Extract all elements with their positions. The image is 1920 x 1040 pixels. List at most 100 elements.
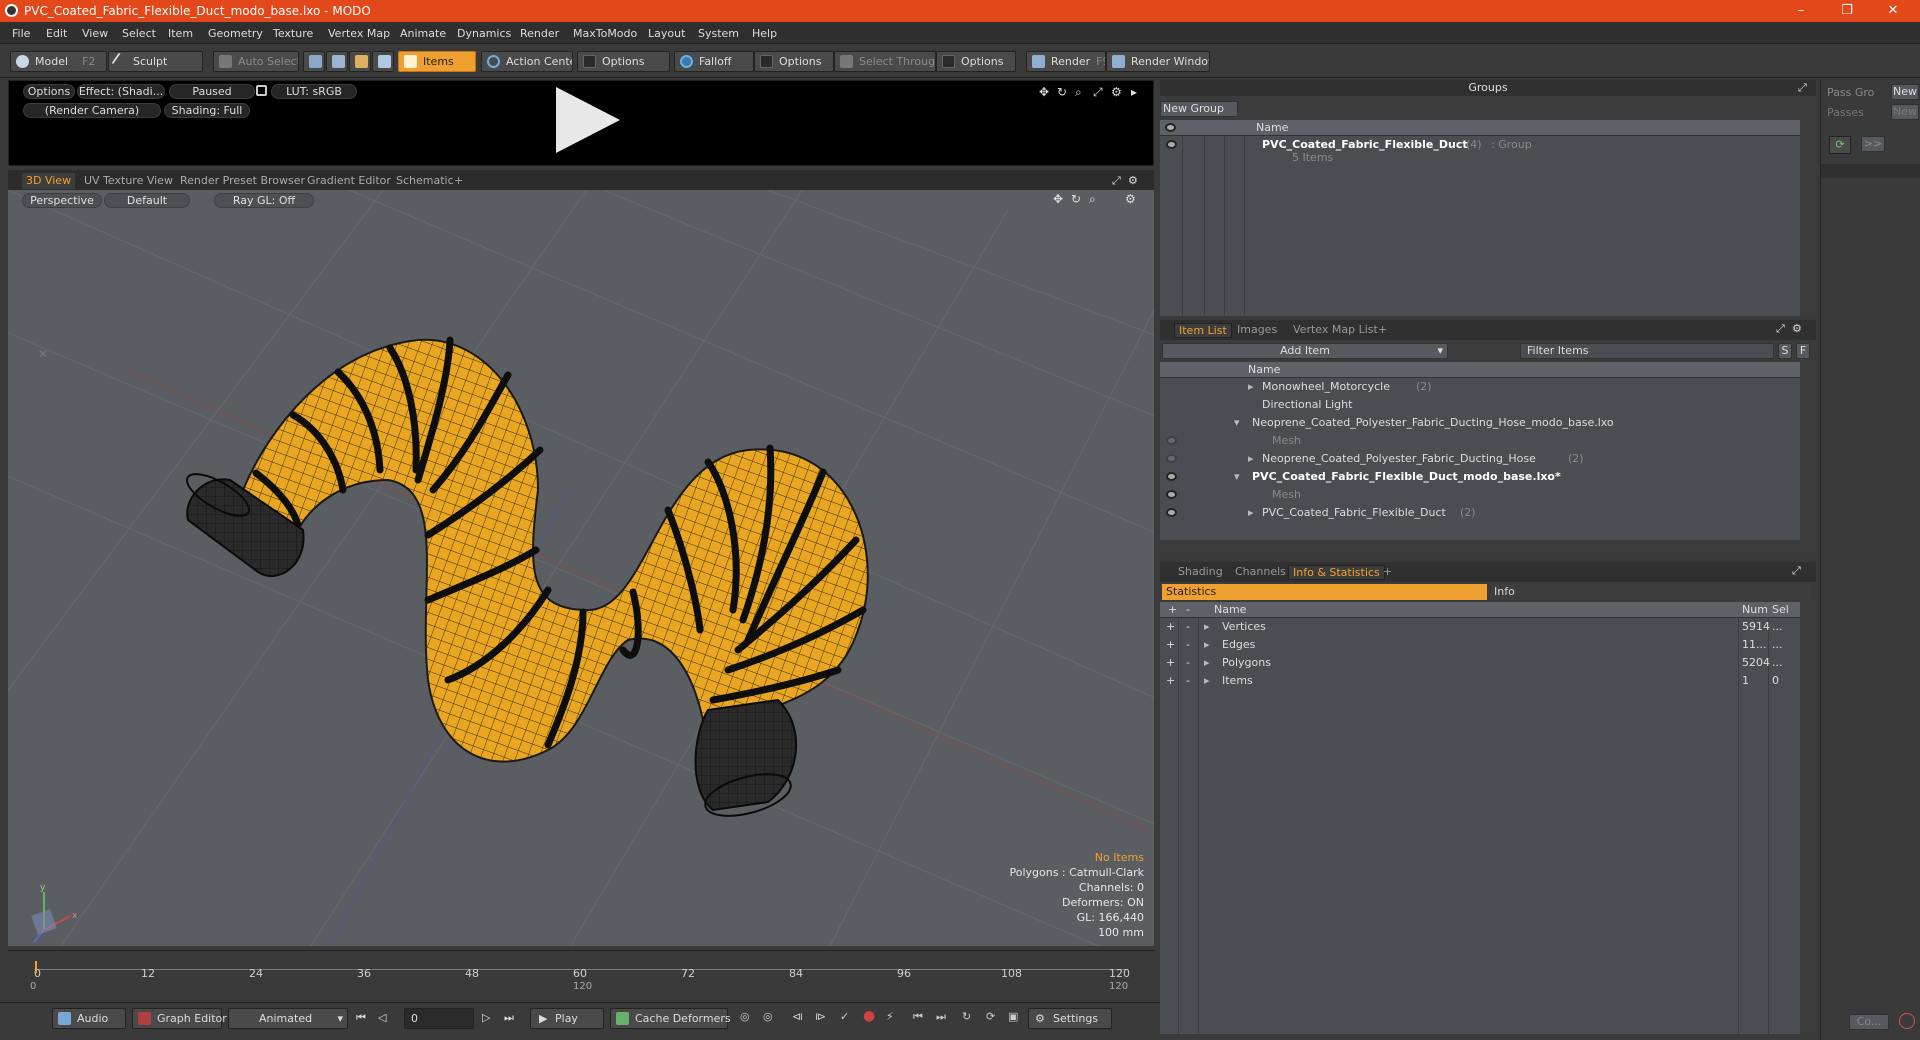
render-window-button[interactable]: Render Window [1106, 51, 1210, 72]
eye-icon[interactable] [1166, 508, 1177, 517]
default-shading-dropdown[interactable]: Default [104, 193, 190, 208]
collapse-all-button[interactable]: - [1186, 602, 1190, 617]
tree-item-neoprene-hose[interactable]: ▸ Neoprene_Coated_Polyester_Fabric_Ducti… [1160, 450, 1800, 468]
menu-help[interactable]: Help [752, 27, 777, 40]
record-status-icon[interactable] [1899, 1013, 1915, 1029]
shading-dropdown[interactable]: Shading: Full [164, 103, 250, 118]
expand-arrow-icon[interactable]: ▸ [1131, 85, 1137, 99]
tree-item-pvc-duct[interactable]: ▸ PVC_Coated_Fabric_Flexible_Duct (2) [1160, 504, 1800, 522]
tab-shading[interactable]: Shading [1174, 565, 1227, 580]
menu-vertex-map[interactable]: Vertex Map [328, 27, 390, 40]
sync-icon[interactable]: ⟳ [986, 1010, 995, 1023]
expand-arrow-icon[interactable]: ▸ [1248, 504, 1254, 522]
polygon-mode-button[interactable] [349, 51, 371, 72]
minus-icon[interactable]: - [1186, 636, 1190, 654]
tab-info-statistics[interactable]: Info & Statistics [1288, 565, 1385, 580]
filter-items-input[interactable]: Filter Items [1520, 343, 1774, 359]
sculpt-mode-button[interactable]: Sculpt [108, 51, 203, 72]
tab-channels[interactable]: Channels [1231, 565, 1290, 580]
new-pass-button[interactable]: New [1891, 104, 1919, 120]
eye-icon[interactable] [1166, 490, 1177, 499]
expand-arrow-icon[interactable]: ▸ [1204, 654, 1210, 672]
loop-icon[interactable]: ↻ [962, 1010, 971, 1023]
zoom-icon[interactable]: ⌕ [1075, 85, 1082, 100]
plus-icon[interactable]: + [1166, 636, 1175, 654]
stats-row-items[interactable]: + - ▸ Items 1 0 [1160, 672, 1800, 690]
record-icon[interactable]: ● [863, 1008, 875, 1024]
vertex-mode-button[interactable] [303, 51, 325, 72]
new-group-button[interactable]: New Group [1160, 101, 1238, 117]
gear-icon[interactable]: ⚙ [1124, 173, 1142, 189]
audio-button[interactable]: Audio [52, 1008, 126, 1029]
next-key-icon[interactable]: ⧐ [815, 1010, 826, 1023]
menu-file[interactable]: File [12, 27, 30, 40]
tab-3d-view[interactable]: 3D View [22, 173, 76, 189]
go-end-icon[interactable]: ⏭ [504, 1011, 514, 1025]
go-start-icon[interactable]: ⏮ [356, 1011, 366, 1025]
zoom-icon[interactable]: ⌕ [1089, 192, 1096, 207]
expand-arrow-icon[interactable]: ▸ [1248, 450, 1254, 468]
expand-all-button[interactable]: + [1168, 602, 1177, 617]
falloff-options-button[interactable]: Options [754, 51, 834, 72]
preview-options-button[interactable]: Options [23, 84, 75, 99]
tab-images[interactable]: Images [1233, 323, 1281, 338]
add-item-button[interactable]: Add Item ▾ [1162, 343, 1448, 359]
select-through-button[interactable]: Select Through [834, 51, 936, 72]
menu-geometry[interactable]: Geometry [208, 27, 263, 40]
camera-dropdown[interactable]: (Render Camera) [23, 103, 161, 118]
move-icon[interactable]: ✥ [1053, 192, 1063, 206]
group-row[interactable]: PVC_Coated_Fabric_Flexible_Duct (4) : Gr… [1160, 136, 1800, 166]
perspective-dropdown[interactable]: Perspective [22, 193, 102, 208]
timeline[interactable]: 0 12 24 36 48 60 72 84 96 108 120 0 120 … [8, 950, 1154, 994]
prev-key-icon[interactable]: ⧏ [792, 1010, 803, 1023]
minus-icon[interactable]: - [1186, 672, 1190, 690]
cache-deformers-button[interactable]: Cache Deformers [610, 1008, 731, 1029]
expand-passes-button[interactable]: >> [1861, 136, 1885, 152]
action-center-options-button[interactable]: Options [577, 51, 670, 72]
gear-icon[interactable]: ⚙ [1125, 192, 1136, 206]
tab-item-list[interactable]: Item List [1174, 323, 1232, 338]
action-center-button[interactable]: Action Center [481, 51, 573, 72]
menu-item[interactable]: Item [168, 27, 193, 40]
new-pass-group-button[interactable]: New [1891, 84, 1919, 100]
play-button[interactable]: ▶ Play [530, 1008, 604, 1029]
maximize-panel-icon[interactable]: ⤢ [1798, 81, 1807, 95]
minus-icon[interactable]: - [1186, 618, 1190, 636]
maximize-view-icon[interactable]: ⤢ [1108, 173, 1125, 189]
material-mode-button[interactable] [372, 51, 394, 72]
rotate-icon[interactable]: ↻ [1071, 192, 1081, 206]
expand-arrow-icon[interactable]: ▸ [1204, 618, 1210, 636]
effect-dropdown[interactable]: Effect: (Shadi... [77, 84, 165, 99]
model-mode-button[interactable]: Model F2 [10, 51, 107, 72]
tree-item-monowheel[interactable]: ▸ Monowheel_Motorcycle (2) [1160, 378, 1800, 396]
auto-select-button[interactable]: Auto Select [213, 51, 299, 72]
key-icon-1[interactable]: ◎ [740, 1010, 750, 1023]
tab-render-preset-browser[interactable]: Render Preset Browser [176, 173, 309, 189]
eye-icon[interactable] [1166, 454, 1177, 463]
move-icon[interactable]: ✥ [1039, 85, 1049, 99]
add-tab-button[interactable]: + [1374, 323, 1391, 338]
menu-maxtomodo[interactable]: MaxToModo [573, 27, 637, 40]
minus-icon[interactable]: - [1186, 654, 1190, 672]
tree-item-pvc-scene[interactable]: ▾ PVC_Coated_Fabric_Flexible_Duct_modo_b… [1160, 468, 1800, 486]
key-check-icon[interactable]: ✓ [840, 1010, 849, 1023]
statistics-tab[interactable]: Statistics [1162, 584, 1487, 600]
collapse-arrow-icon[interactable]: ▾ [1234, 468, 1240, 486]
fit-icon[interactable]: ⤢ [1093, 85, 1103, 100]
minimize-button[interactable]: – [1778, 0, 1824, 22]
paused-toggle[interactable]: Paused [169, 84, 255, 99]
eye-icon[interactable] [1166, 140, 1177, 149]
tree-item-directional-light[interactable]: Directional Light [1160, 396, 1800, 414]
expand-arrow-icon[interactable]: ▸ [1204, 636, 1210, 654]
stats-row-polygons[interactable]: + - ▸ Polygons 5204 ... [1160, 654, 1800, 672]
expand-arrow-icon[interactable]: ▸ [1204, 672, 1210, 690]
graph-editor-button[interactable]: Graph Editor [132, 1008, 227, 1029]
collapse-arrow-icon[interactable]: ▾ [1234, 414, 1240, 432]
close-button[interactable]: ✕ [1870, 0, 1916, 22]
eye-icon[interactable] [1166, 472, 1177, 481]
render-button[interactable]: Render F9 [1026, 51, 1106, 72]
play-icon[interactable] [556, 87, 620, 153]
tree-item-mesh[interactable]: Mesh [1160, 486, 1800, 504]
select-through-options-button[interactable]: Options [936, 51, 1016, 72]
info-tab[interactable]: Info [1490, 584, 1810, 600]
